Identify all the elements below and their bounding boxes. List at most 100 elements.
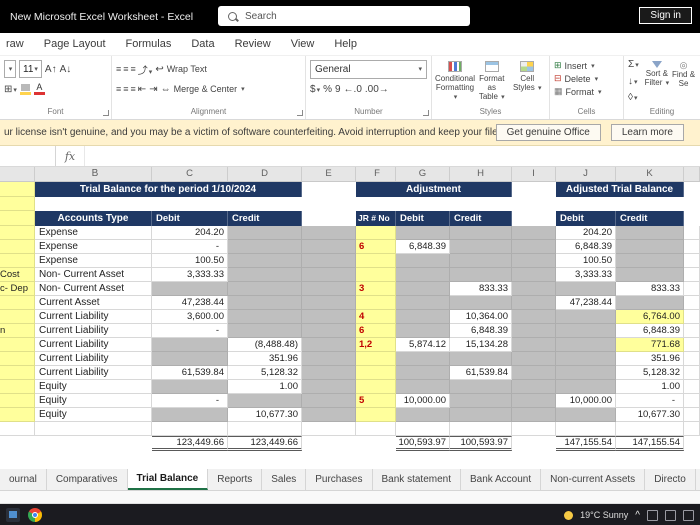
alignment-dialog-launcher-icon[interactable] (297, 110, 303, 116)
jr-no-cell[interactable]: 5 (356, 394, 396, 408)
spacer-cell[interactable] (512, 380, 556, 394)
value-cell[interactable]: 351.96 (228, 352, 302, 366)
value-cell[interactable] (616, 268, 684, 282)
value-cell[interactable] (396, 296, 450, 310)
spacer-cell[interactable] (302, 324, 356, 338)
increase-decimal-icon[interactable]: ←.0 (344, 84, 362, 95)
account-type-cell[interactable]: Current Liability (35, 324, 152, 338)
spacer-cell[interactable] (684, 240, 700, 254)
spacer-cell[interactable] (302, 310, 356, 324)
tray-icon[interactable] (665, 509, 676, 521)
value-cell[interactable]: 47,238.44 (152, 296, 228, 310)
value-cell[interactable] (556, 352, 616, 366)
fill-color-icon[interactable] (19, 83, 31, 95)
cell[interactable] (356, 422, 396, 436)
row-label-cell[interactable] (0, 254, 35, 268)
spacer-cell[interactable] (512, 352, 556, 366)
value-cell[interactable] (396, 310, 450, 324)
spacer-cell[interactable] (512, 226, 556, 240)
value-cell[interactable] (556, 324, 616, 338)
cell[interactable] (302, 436, 356, 451)
value-cell[interactable] (152, 352, 228, 366)
account-type-cell[interactable]: Equity (35, 408, 152, 422)
name-box[interactable] (0, 146, 56, 166)
jr-no-cell[interactable]: 3 (356, 282, 396, 296)
align-top-icon[interactable]: ≡ (116, 64, 121, 74)
cell[interactable] (152, 422, 228, 436)
spacer-cell[interactable] (512, 338, 556, 352)
value-cell[interactable] (450, 408, 512, 422)
delete-cells-button[interactable]: ⊟ Delete ▾ (554, 72, 619, 85)
jr-no-cell[interactable] (356, 226, 396, 240)
value-cell[interactable]: 771.68 (616, 338, 684, 352)
accounting-format-icon[interactable]: $▾ (310, 84, 320, 95)
row-label-cell[interactable]: c- Dep (0, 282, 35, 296)
value-cell[interactable]: 6,848.39 (396, 240, 450, 254)
value-cell[interactable] (228, 226, 302, 240)
learn-more-button[interactable]: Learn more (610, 124, 684, 141)
account-type-cell[interactable]: Expense (35, 226, 152, 240)
value-cell[interactable] (228, 240, 302, 254)
account-type-cell[interactable]: Equity (35, 394, 152, 408)
cell[interactable] (302, 422, 356, 436)
align-center-icon[interactable]: ≡ (123, 84, 128, 94)
fx-icon[interactable]: fx (56, 146, 85, 166)
spacer-cell[interactable] (512, 324, 556, 338)
jr-no-cell[interactable]: 6 (356, 240, 396, 254)
account-type-cell[interactable]: Current Liability (35, 366, 152, 380)
cell[interactable] (512, 211, 556, 226)
sheet-tab-ournal[interactable]: ournal (0, 469, 47, 490)
account-type-cell[interactable]: Expense (35, 240, 152, 254)
cell[interactable] (684, 422, 700, 436)
format-cells-button[interactable]: ▦ Format ▾ (554, 85, 619, 98)
jr-no-cell[interactable] (356, 366, 396, 380)
value-cell[interactable]: 1.00 (616, 380, 684, 394)
font-size-select[interactable]: 11 ▾ (19, 60, 42, 78)
value-cell[interactable] (556, 310, 616, 324)
value-cell[interactable] (396, 324, 450, 338)
wrap-text-icon[interactable]: ↩ (155, 64, 163, 75)
column-header-filler[interactable] (684, 167, 700, 181)
taskbar-app-icon[interactable] (6, 508, 20, 522)
sheet-tab-trial-balance[interactable]: Trial Balance (127, 469, 209, 490)
jr-no-cell[interactable] (356, 268, 396, 282)
value-cell[interactable] (396, 352, 450, 366)
value-cell[interactable]: - (152, 324, 228, 338)
cell[interactable] (35, 436, 152, 451)
font-color-icon[interactable]: A (33, 83, 45, 95)
account-type-cell[interactable]: Non- Current Asset (35, 268, 152, 282)
tb-credit-header[interactable]: Credit (228, 211, 302, 226)
value-cell[interactable] (616, 254, 684, 268)
cell[interactable] (450, 422, 512, 436)
cell[interactable] (512, 422, 556, 436)
value-cell[interactable]: 15,134.28 (450, 338, 512, 352)
jr-no-cell[interactable] (356, 380, 396, 394)
jr-no-cell[interactable] (356, 254, 396, 268)
font-dialog-launcher-icon[interactable] (103, 110, 109, 116)
spacer-cell[interactable] (302, 296, 356, 310)
ribbon-tab-page-layout[interactable]: Page Layout (44, 38, 106, 50)
ribbon-tab-formulas[interactable]: Formulas (126, 38, 172, 50)
cell-styles-button[interactable]: Cell Styles ▾ (510, 59, 546, 106)
value-cell[interactable]: 61,539.84 (450, 366, 512, 380)
align-bottom-icon[interactable]: ≡ (131, 64, 136, 74)
tray-expand-icon[interactable]: ^ (635, 510, 640, 521)
value-cell[interactable]: 5,128.32 (228, 366, 302, 380)
account-type-cell[interactable]: Current Liability (35, 338, 152, 352)
value-cell[interactable] (396, 380, 450, 394)
account-type-cell[interactable]: Current Liability (35, 352, 152, 366)
sheet-tab-bank-statement[interactable]: Bank statement (373, 469, 461, 490)
column-header-H[interactable]: H (450, 167, 512, 181)
row-label-cell[interactable]: n (0, 324, 35, 338)
value-cell[interactable]: 6,764.00 (616, 310, 684, 324)
adj-debit-total[interactable]: 100,593.97 (396, 436, 450, 451)
spacer-cell[interactable] (684, 310, 700, 324)
value-cell[interactable] (228, 394, 302, 408)
value-cell[interactable] (450, 380, 512, 394)
formula-input[interactable] (85, 146, 700, 166)
value-cell[interactable]: 100.50 (556, 254, 616, 268)
insert-cells-button[interactable]: ⊞ Insert ▾ (554, 59, 619, 72)
value-cell[interactable] (556, 408, 616, 422)
weather-widget[interactable]: 19°C Sunny (580, 510, 628, 520)
jr-no-cell[interactable] (356, 352, 396, 366)
